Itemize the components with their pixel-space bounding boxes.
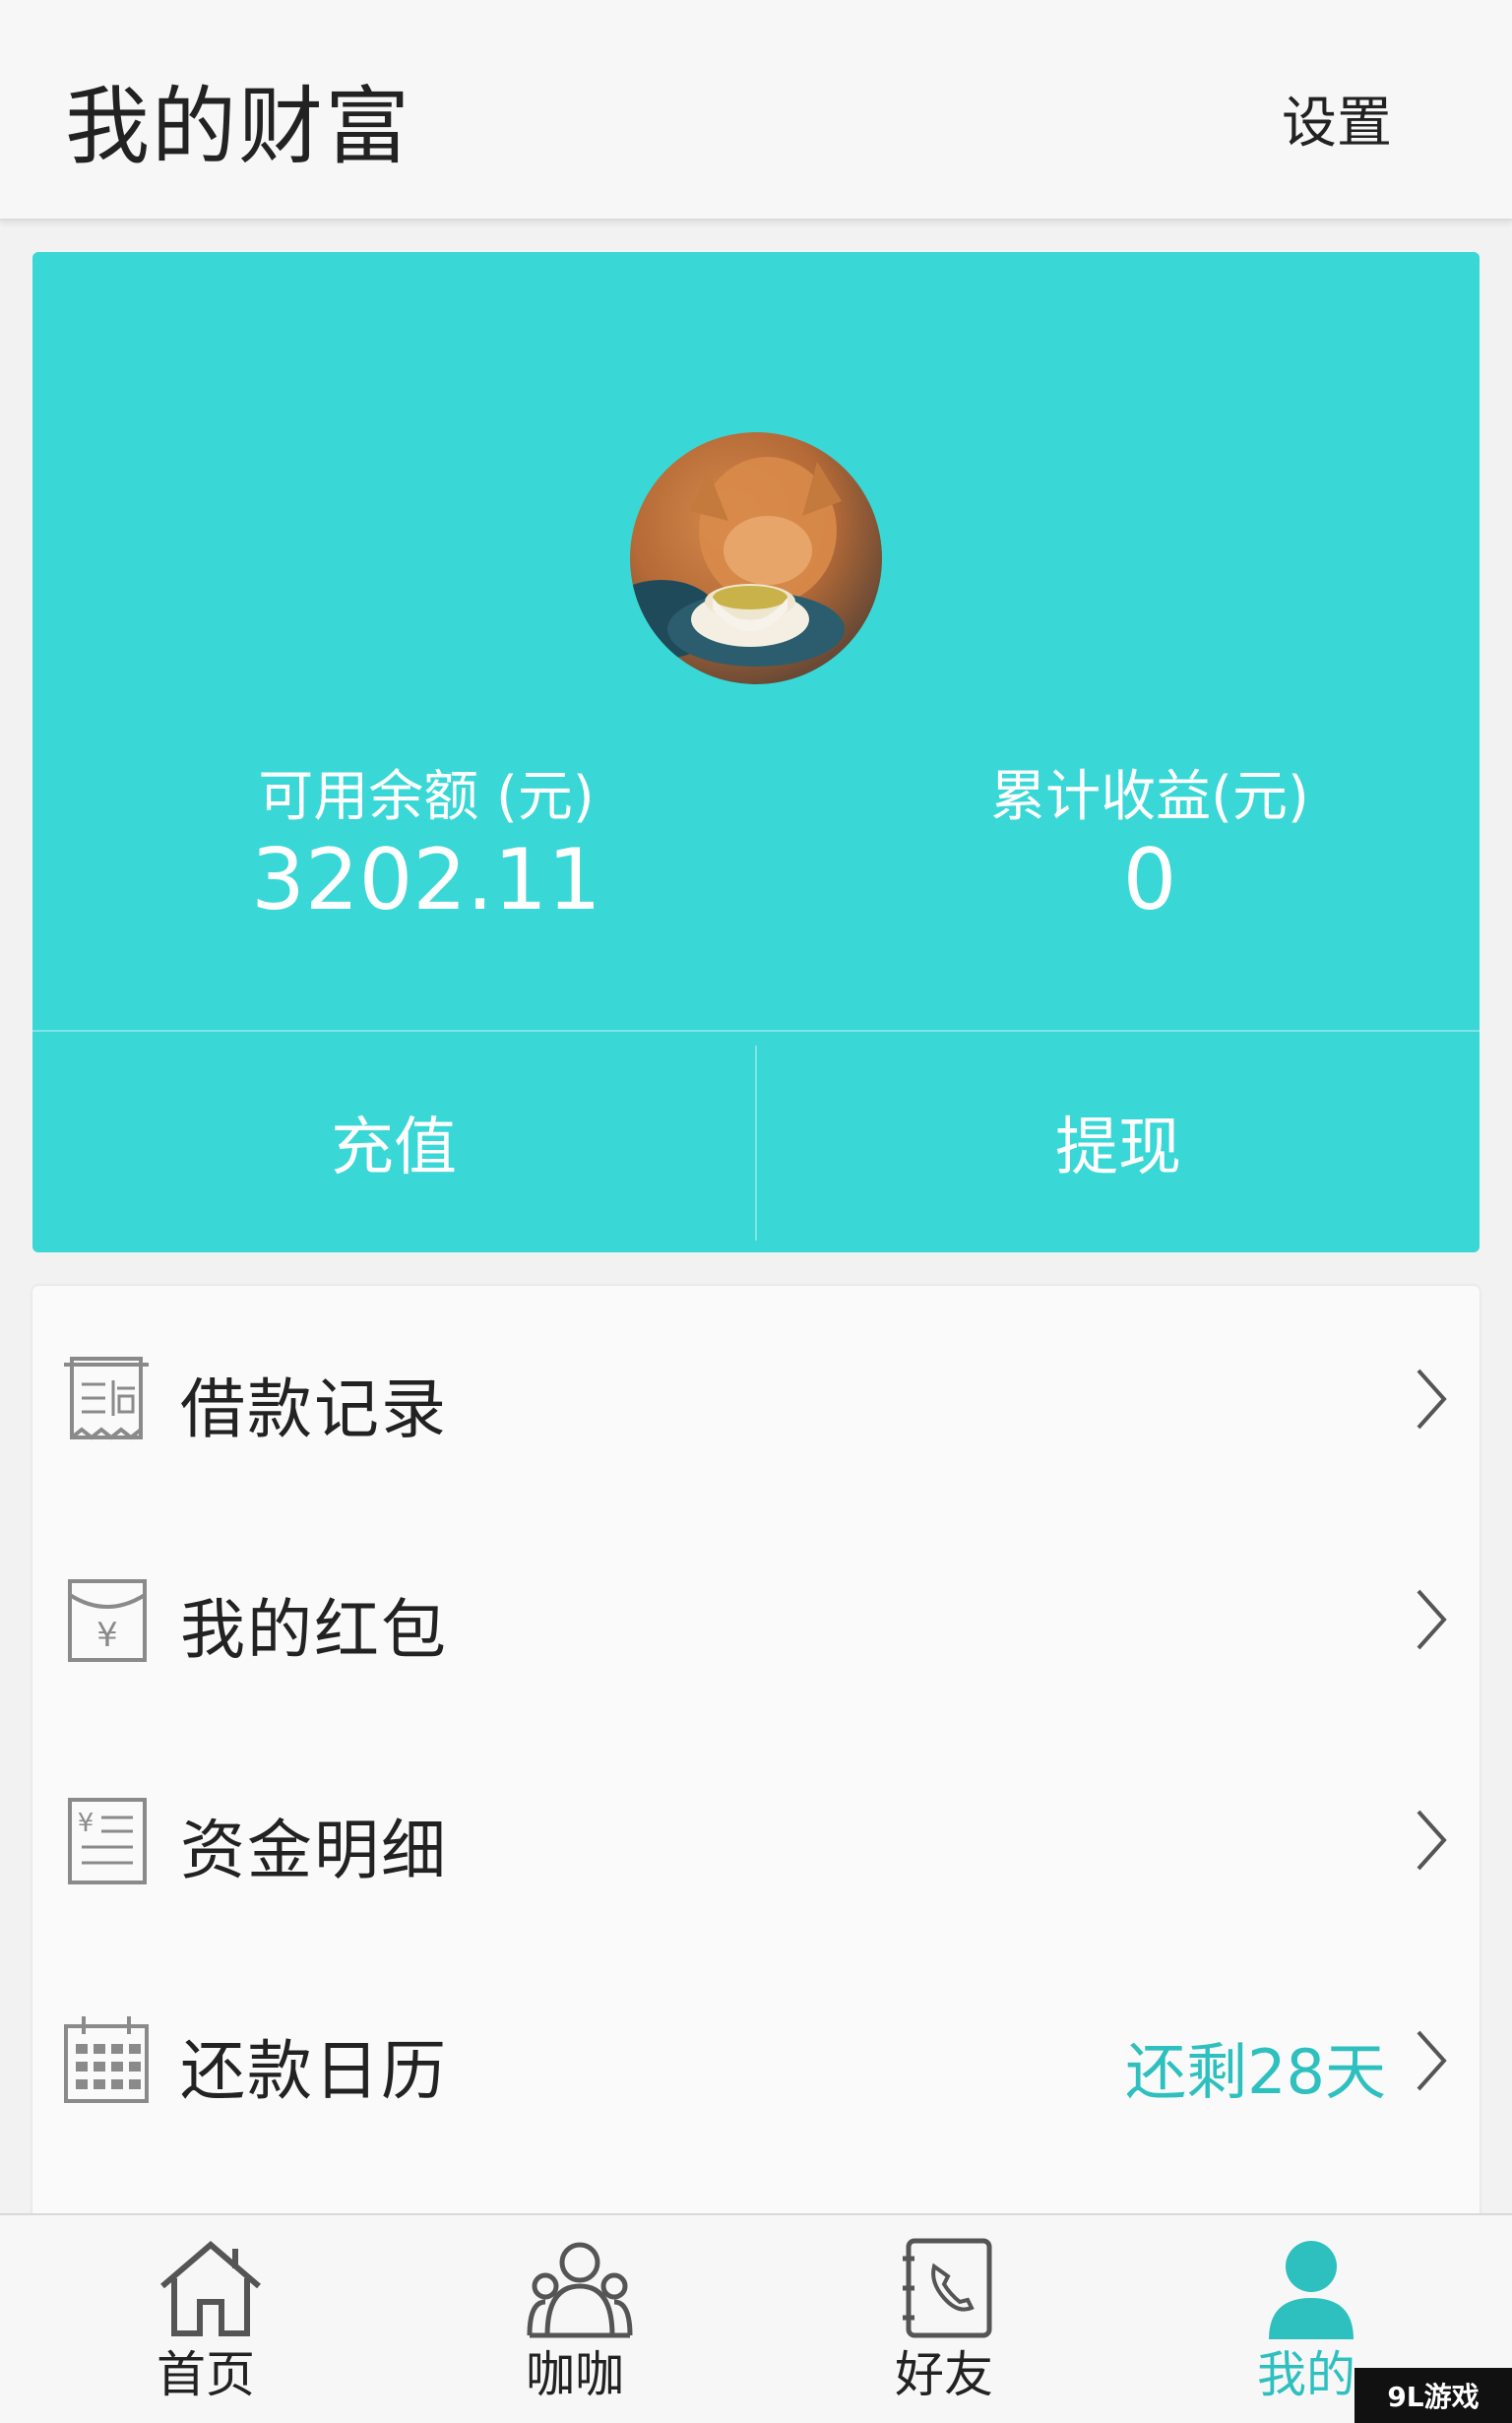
menu-item-fund-details[interactable]: ¥ 资金明细 [32, 1727, 1480, 1947]
earnings-value: 0 [1122, 831, 1177, 929]
earnings-stat: 累计收益(元) 0 [854, 252, 1445, 941]
tab-home[interactable]: 首页 [17, 2215, 395, 2423]
svg-text:¥: ¥ [78, 1809, 94, 1838]
menu-item-repayment-calendar[interactable]: 还款日历 还剩28天 [32, 1947, 1480, 2168]
chevron-right-icon [1417, 1589, 1447, 1650]
balance-value: 3202.11 [251, 831, 601, 929]
watermark-logo: 9L游戏 [1354, 2368, 1512, 2423]
chevron-right-icon [1417, 1810, 1447, 1871]
home-icon [160, 2241, 261, 2336]
page-title: 我的财富 [65, 78, 411, 176]
tab-friends[interactable]: 好友 [755, 2215, 1133, 2423]
red-envelope-icon: ¥ [68, 1579, 147, 1662]
menu-item-loan-record[interactable]: 借款记录 [32, 1286, 1480, 1506]
loan-record-icon [64, 1357, 149, 1440]
settings-button[interactable]: 设置 [1282, 79, 1392, 159]
chevron-right-icon [1417, 2030, 1447, 2091]
earnings-label: 累计收益(元) [990, 765, 1309, 829]
recharge-button[interactable]: 充值 [32, 1032, 755, 1252]
svg-text:¥: ¥ [96, 1616, 118, 1655]
tab-label: 好友 [895, 2346, 993, 2403]
profile-icon [1269, 2241, 1354, 2339]
wallet-card: 可用余额 (元) 3202.11 累计收益(元) 0 充值 提现 [32, 252, 1480, 1252]
top-bar: 我的财富 设置 [0, 0, 1512, 221]
tab-kaka[interactable]: 咖咖 [386, 2215, 764, 2423]
tab-label: 首页 [157, 2346, 255, 2403]
group-icon [527, 2242, 633, 2338]
bottom-tab-bar: 首页 咖咖 好友 我的 9L游戏 [0, 2213, 1512, 2423]
menu-item-label: 还款日历 [180, 2033, 448, 2109]
chevron-right-icon [1417, 1369, 1447, 1430]
balance-stat: 可用余额 (元) 3202.11 [131, 252, 722, 941]
withdraw-button[interactable]: 提现 [757, 1032, 1480, 1252]
menu-item-label: 借款记录 [180, 1371, 448, 1447]
tab-label: 咖咖 [526, 2346, 624, 2403]
menu-list: 借款记录 ¥ 我的红包 ¥ 资金明细 还款日历 还剩28天 [32, 1286, 1480, 2270]
days-remaining: 还剩28天 [1125, 2036, 1386, 2108]
menu-item-label: 我的红包 [180, 1592, 448, 1668]
contacts-icon [903, 2238, 992, 2338]
fund-details-icon: ¥ [68, 1798, 147, 1884]
balance-label: 可用余额 (元) [258, 765, 595, 829]
menu-item-red-envelope[interactable]: ¥ 我的红包 [32, 1506, 1480, 1727]
menu-item-label: 资金明细 [180, 1813, 448, 1888]
calendar-icon [64, 2016, 149, 2103]
